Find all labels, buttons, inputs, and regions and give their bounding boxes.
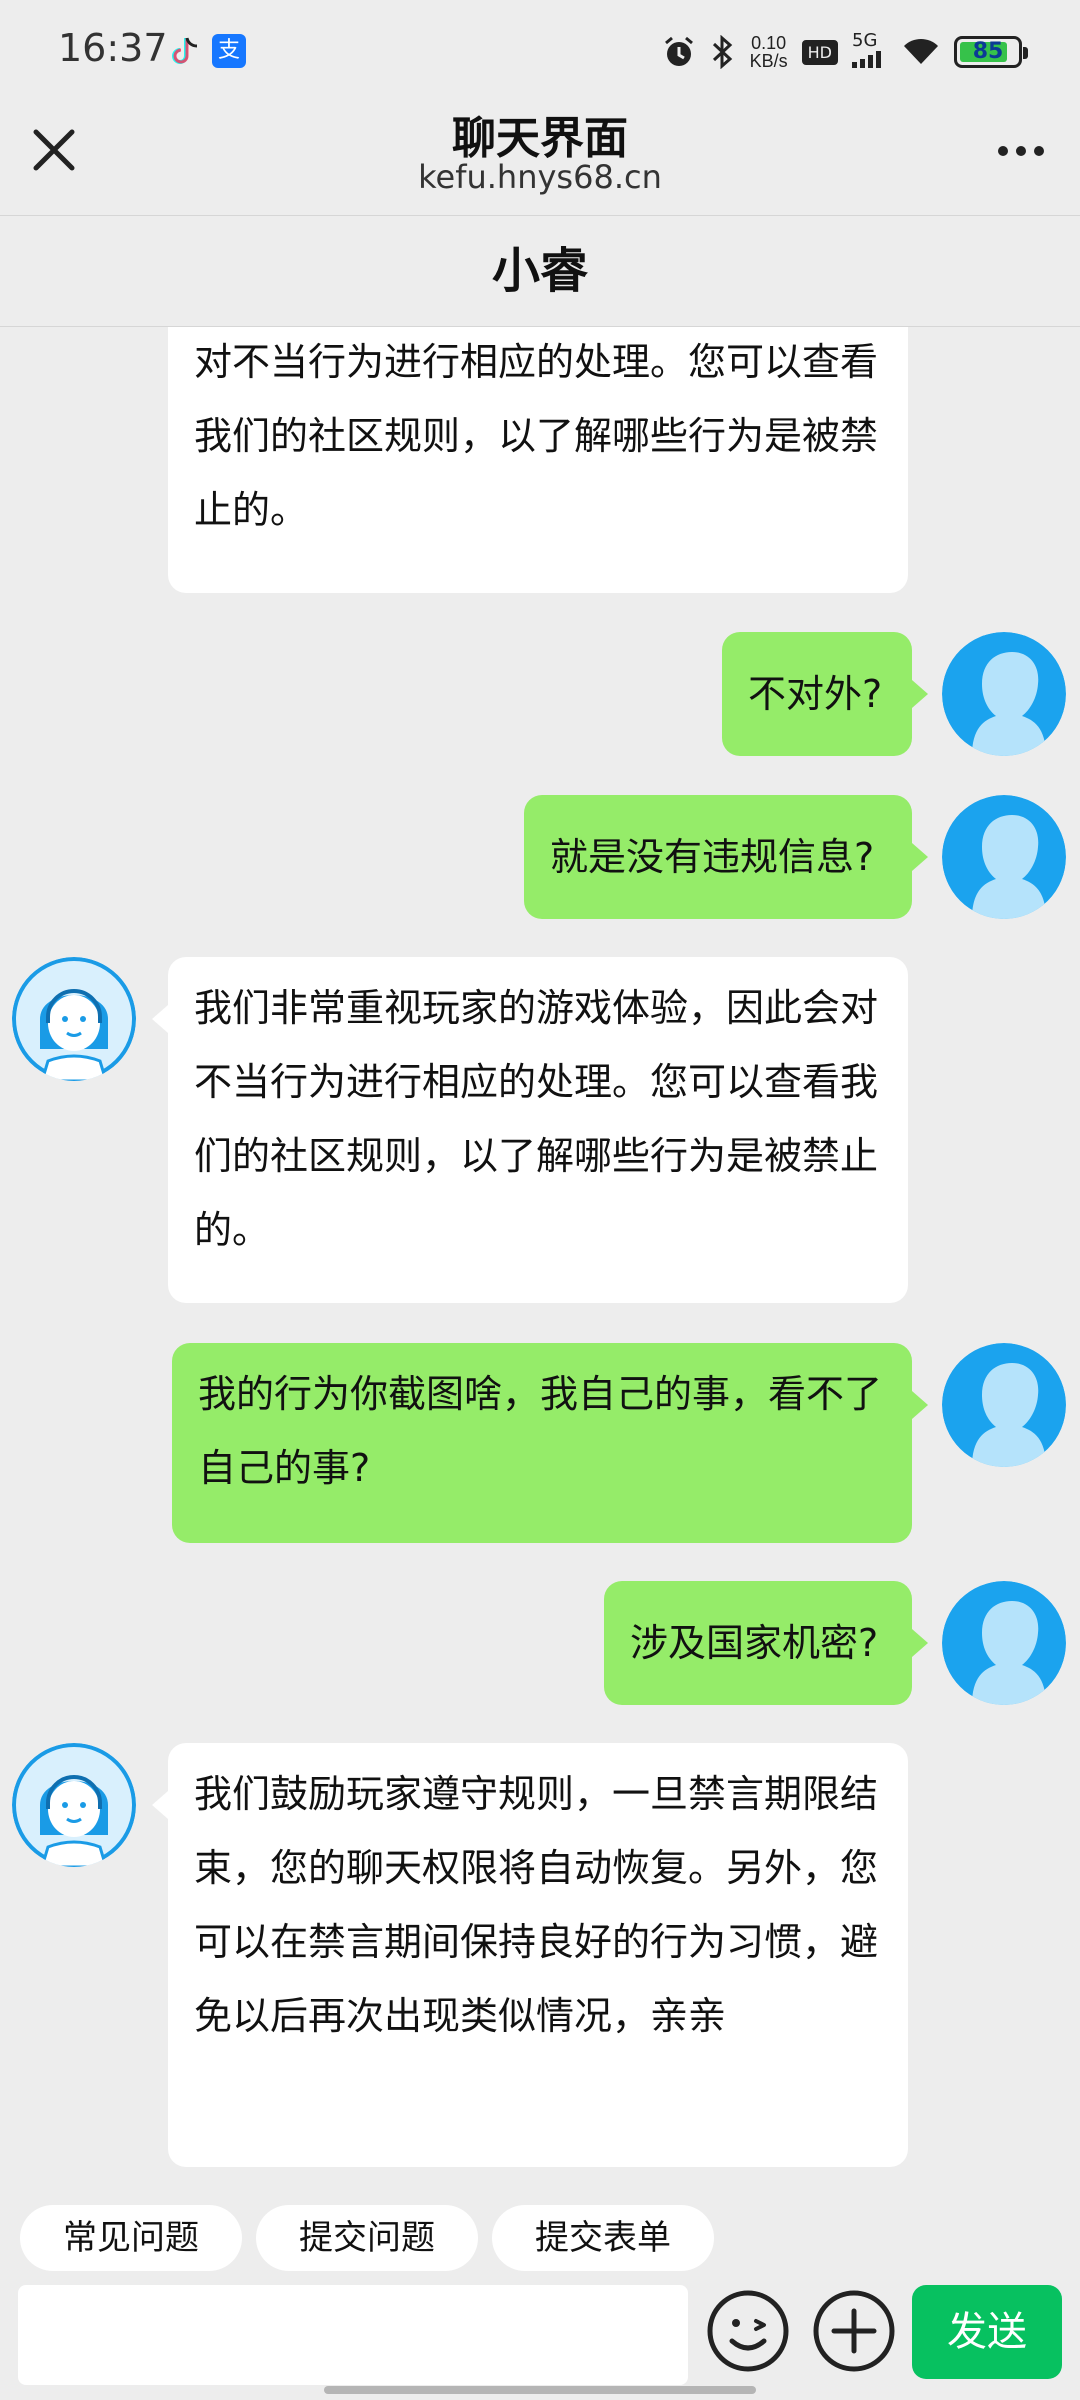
user-avatar [942,795,1066,919]
user-avatar [942,1343,1066,1467]
user-message: 涉及国家机密? [604,1581,928,1705]
quick-action-submit-form[interactable]: 提交表单 [492,2205,714,2271]
agent-avatar [12,1743,136,1867]
agent-avatar [12,957,136,1081]
send-button[interactable]: 发送 [912,2285,1062,2379]
agent-message: 对不当行为进行相应的处理。您可以查看我们的社区规则，以了解哪些行为是被禁止的。 [168,327,908,593]
net-speed: 0.10 KB/s [749,33,788,71]
home-indicator[interactable] [324,2386,756,2394]
wifi-icon [904,38,938,64]
user-message: 不对外? [722,632,928,756]
quick-action-faq[interactable]: 常见问题 [20,2205,242,2271]
chat-area[interactable]: 对不当行为进行相应的处理。您可以查看我们的社区规则，以了解哪些行为是被禁止的。 … [0,327,1080,2185]
user-avatar [942,1581,1066,1705]
signal-icon [852,51,881,68]
page-title: 聊天界面 [452,113,628,164]
battery-icon: 85 [954,36,1028,68]
user-avatar [942,632,1066,756]
composer-area: 常见问题 提交问题 提交表单 发送 [0,2185,1080,2400]
signal-indicator: 5G [852,32,888,72]
alarm-icon [664,36,693,66]
status-time: 16:37 [58,26,168,70]
status-bar: 16:37 支 0.10 KB/s HD 5G 85 [0,0,1080,100]
user-message: 我的行为你截图啥，我自己的事，看不了自己的事? [172,1343,928,1543]
hd-badge: HD [801,39,838,65]
alipay-icon: 支 [212,34,246,68]
message-input[interactable] [18,2285,688,2385]
quick-action-submit-question[interactable]: 提交问题 [256,2205,478,2271]
add-icon[interactable] [812,2289,896,2373]
user-message: 就是没有违规信息? [524,795,928,919]
agent-message: 我们鼓励玩家遵守规则，一旦禁言期限结束，您的聊天权限将自动恢复。另外，您可以在禁… [152,1743,908,2167]
tiktok-icon [172,37,198,64]
more-options-icon[interactable] [986,126,1056,176]
status-icons: 0.10 KB/s HD 5G 85 [662,28,1028,76]
page-url: kefu.hnys68.cn [418,158,662,196]
bluetooth-icon [712,35,732,69]
emoji-icon[interactable] [706,2289,790,2373]
agent-name: 小睿 [0,216,1080,327]
title-bar: 聊天界面 kefu.hnys68.cn [0,100,1080,216]
agent-message: 我们非常重视玩家的游戏体验，因此会对不当行为进行相应的处理。您可以查看我们的社区… [152,957,908,1303]
